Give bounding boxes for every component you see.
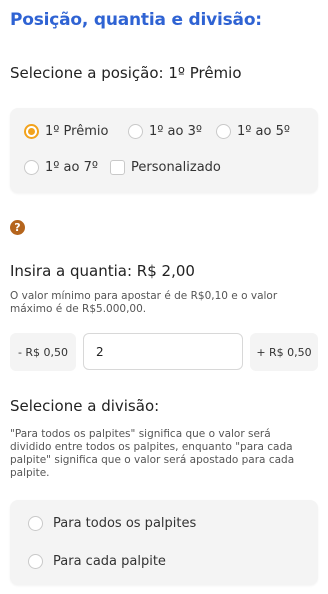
radio-icon[interactable] [28, 554, 43, 569]
page-title: Posição, quantia e divisão: [10, 10, 262, 30]
division-options-card: Para todos os palpites Para cada palpite [10, 500, 318, 585]
radio-icon[interactable] [24, 160, 39, 175]
position-option-1-premio[interactable]: 1º Prêmio [24, 124, 108, 139]
question-circle-icon[interactable]: ? [10, 220, 25, 235]
position-options-card: 1º Prêmio 1º ao 3º 1º ao 5º 1º ao 7º Per… [10, 108, 318, 193]
position-option-1-ao-7[interactable]: 1º ao 7º [24, 160, 98, 175]
radio-icon[interactable] [128, 124, 143, 139]
radio-selected-icon[interactable] [24, 124, 39, 139]
option-label: 1º ao 3º [149, 124, 202, 139]
increase-amount-button[interactable]: + R$ 0,50 [250, 333, 318, 371]
radio-icon[interactable] [28, 516, 43, 531]
option-label: 1º ao 5º [237, 124, 290, 139]
option-label: Para todos os palpites [53, 516, 197, 531]
division-option-all[interactable]: Para todos os palpites [28, 516, 196, 531]
option-label: 1º ao 7º [45, 160, 98, 175]
option-label: 1º Prêmio [45, 124, 109, 139]
division-option-each[interactable]: Para cada palpite [28, 554, 166, 569]
custom-position-checkbox[interactable]: Personalizado [110, 160, 221, 175]
position-option-1-ao-3[interactable]: 1º ao 3º [128, 124, 202, 139]
amount-input[interactable] [83, 333, 243, 370]
amount-limits-note: O valor mínimo para apostar é de R$0,10 … [10, 290, 278, 315]
option-label: Para cada palpite [53, 554, 166, 569]
amount-heading: Insira a quantia: R$ 2,00 [10, 262, 195, 280]
checkbox-icon[interactable] [110, 160, 125, 175]
radio-icon[interactable] [216, 124, 231, 139]
division-heading: Selecione a divisão: [10, 397, 160, 415]
position-option-1-ao-5[interactable]: 1º ao 5º [216, 124, 290, 139]
decrease-amount-button[interactable]: - R$ 0,50 [10, 333, 76, 371]
position-heading: Selecione a posição: 1º Prêmio [10, 64, 242, 82]
division-note: "Para todos os palpites" significa que o… [10, 428, 295, 479]
checkbox-label: Personalizado [131, 160, 221, 175]
